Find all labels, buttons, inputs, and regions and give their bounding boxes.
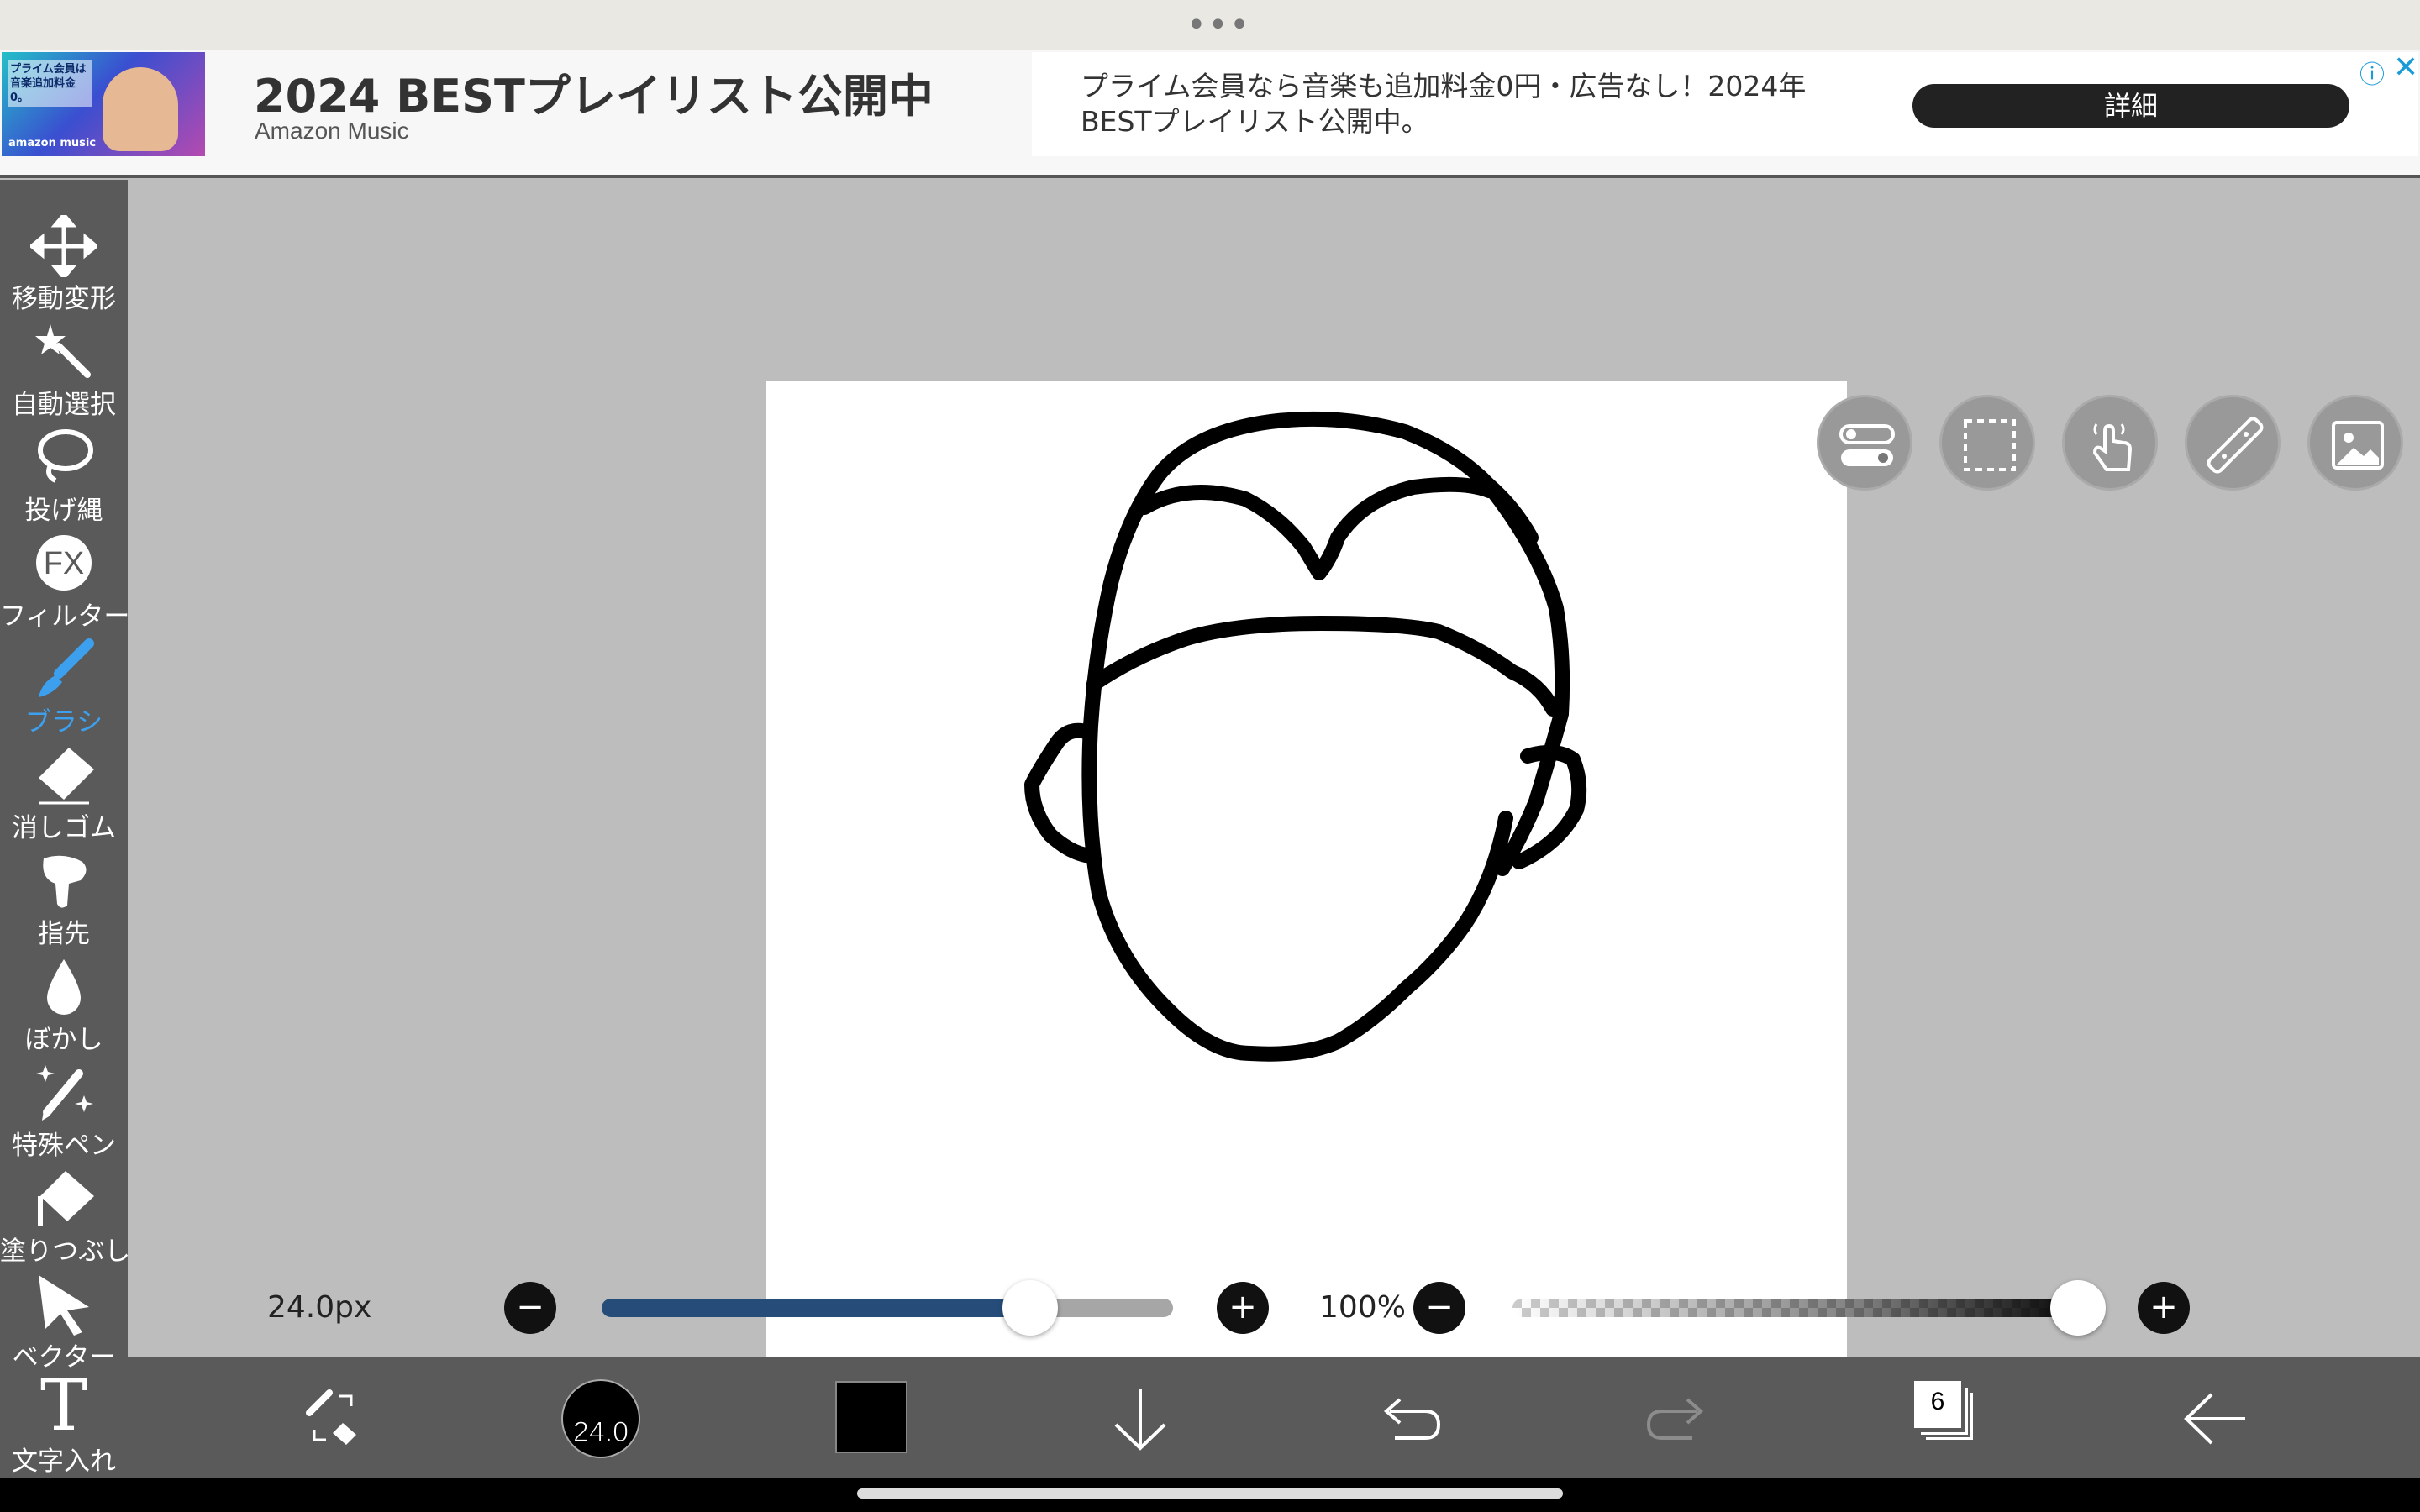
brush-size-preview-button[interactable]: 24.0 bbox=[561, 1357, 642, 1478]
eraser-icon bbox=[39, 748, 94, 805]
selection-rect-icon bbox=[1964, 419, 2016, 471]
multitask-dots-icon[interactable]: ••• bbox=[1186, 8, 1251, 42]
opacity-decrease-button[interactable]: − bbox=[1413, 1282, 1465, 1334]
tool-label: フィルター bbox=[0, 601, 130, 632]
brush-size-slider-handle[interactable] bbox=[1002, 1280, 1058, 1336]
tool-label: 消しゴム bbox=[12, 813, 116, 843]
tool-label: 投げ縄 bbox=[24, 496, 103, 526]
layer-merge-down-button[interactable] bbox=[1111, 1357, 1170, 1478]
brush-icon bbox=[39, 638, 94, 697]
arrow-down-icon bbox=[1114, 1389, 1166, 1451]
toggle-settings-button[interactable] bbox=[1817, 395, 1912, 491]
tool-vector[interactable]: ベクター bbox=[0, 1268, 128, 1374]
ad-description: プライム会員なら音楽も追加料金0円・広告なし！2024年BESTプレイリスト公開… bbox=[1081, 70, 1807, 138]
tool-special-pen[interactable]: 特殊ペン bbox=[0, 1057, 128, 1163]
undo-button[interactable] bbox=[1378, 1357, 1442, 1478]
touch-gesture-button[interactable] bbox=[2062, 395, 2158, 491]
opacity-slider[interactable] bbox=[1512, 1299, 2092, 1317]
ad-advertiser: Amazon Music bbox=[255, 118, 409, 144]
image-icon bbox=[2332, 421, 2384, 470]
layer-count-badge: 6 bbox=[1914, 1381, 1961, 1428]
tool-text[interactable]: T 文字入れ bbox=[0, 1368, 128, 1478]
tool-label: 自動選択 bbox=[12, 390, 116, 420]
undo-icon bbox=[1383, 1398, 1441, 1440]
tool-auto-select[interactable]: 自動選択 bbox=[0, 316, 128, 422]
ruler-icon bbox=[2207, 417, 2264, 474]
tool-palette: 移動変形 自動選択 投げ縄 FX フィルター ブラシ 消しゴム 指先 ぼかし 特… bbox=[0, 180, 131, 1478]
brush-size-badge: 24.0 bbox=[572, 1416, 629, 1449]
tool-blur[interactable]: ぼかし bbox=[0, 951, 128, 1057]
tool-brush[interactable]: ブラシ bbox=[0, 633, 128, 739]
home-indicator-bar bbox=[0, 1478, 2420, 1512]
tool-eraser[interactable]: 消しゴム bbox=[0, 739, 128, 845]
fx-text: FX bbox=[43, 546, 85, 581]
text-icon: T bbox=[39, 1364, 88, 1446]
status-bar: ••• bbox=[0, 0, 2420, 50]
opacity-increase-button[interactable]: + bbox=[2138, 1282, 2190, 1334]
ruler-button[interactable] bbox=[2185, 395, 2281, 491]
tool-move[interactable]: 移動変形 bbox=[0, 210, 128, 316]
opacity-value: 100% bbox=[1319, 1290, 1406, 1325]
tool-label: 指先 bbox=[38, 919, 90, 949]
fill-icon bbox=[38, 1171, 94, 1226]
tool-label: ぼかし bbox=[24, 1025, 103, 1055]
canvas-area[interactable] bbox=[128, 180, 2420, 1462]
ad-close-icon[interactable]: ✕ bbox=[2393, 50, 2418, 85]
brush-size-value: 24.0px bbox=[267, 1290, 372, 1325]
color-picker-button[interactable] bbox=[835, 1357, 908, 1478]
brush-size-slider[interactable] bbox=[602, 1299, 1173, 1317]
tool-label: 移動変形 bbox=[12, 284, 116, 314]
move-icon bbox=[30, 215, 97, 277]
selection-button[interactable] bbox=[1939, 395, 2035, 491]
tool-label: 文字入れ bbox=[12, 1446, 116, 1477]
tool-lasso[interactable]: 投げ縄 bbox=[0, 422, 128, 528]
ad-image-brand: amazon music bbox=[8, 137, 97, 150]
brush-size-increase-button[interactable]: + bbox=[1217, 1282, 1269, 1334]
brush-size-slider-fill bbox=[602, 1299, 1030, 1317]
ad-info-icon[interactable]: ⓘ bbox=[2360, 54, 2385, 91]
home-indicator[interactable] bbox=[857, 1488, 1563, 1499]
ad-detail-button[interactable]: 詳細 bbox=[1912, 84, 2349, 128]
blur-drop-icon bbox=[47, 959, 81, 1015]
brush-size-decrease-button[interactable]: − bbox=[504, 1282, 556, 1334]
tool-fill[interactable]: 塗りつぶし bbox=[0, 1163, 131, 1268]
tool-filter[interactable]: FX フィルター bbox=[0, 528, 130, 633]
special-pen-icon bbox=[36, 1065, 93, 1121]
reference-image-button[interactable] bbox=[2307, 395, 2403, 491]
current-color-swatch bbox=[835, 1381, 908, 1453]
back-button[interactable] bbox=[2181, 1357, 2249, 1478]
ad-title[interactable]: 2024 BESTプレイリスト公開中 bbox=[254, 59, 934, 125]
toggle-icon bbox=[1839, 424, 1895, 466]
tool-label: 塗りつぶし bbox=[0, 1236, 131, 1267]
hand-touch-icon bbox=[2092, 423, 2133, 471]
magic-wand-icon bbox=[35, 324, 91, 378]
tool-label: ブラシ bbox=[24, 707, 103, 738]
layers-button[interactable]: 6 bbox=[1914, 1357, 1981, 1478]
vector-cursor-icon bbox=[39, 1275, 89, 1336]
finger-icon bbox=[43, 855, 87, 908]
ad-image-text: プライム会員は音楽追加料金0。 bbox=[8, 60, 92, 107]
ad-banner[interactable]: プライム会員は音楽追加料金0。 amazon music 2024 BESTプレ… bbox=[0, 50, 2420, 178]
redo-icon bbox=[1646, 1398, 1704, 1440]
ad-description-box[interactable]: プライム会員なら音楽も追加料金0円・広告なし！2024年BESTプレイリスト公開… bbox=[1032, 50, 2418, 156]
swap-brush-eraser-button[interactable] bbox=[301, 1357, 368, 1478]
pen-eraser-swap-icon bbox=[306, 1389, 356, 1445]
lasso-icon bbox=[38, 429, 93, 483]
opacity-slider-handle[interactable] bbox=[2050, 1280, 2106, 1336]
ad-image-person bbox=[103, 67, 178, 151]
tool-finger[interactable]: 指先 bbox=[0, 845, 128, 951]
bottom-toolbar: 24.0 6 bbox=[128, 1357, 2420, 1478]
ad-image[interactable]: プライム会員は音楽追加料金0。 amazon music bbox=[2, 52, 205, 156]
tool-label: 特殊ペン bbox=[12, 1131, 116, 1161]
redo-button[interactable] bbox=[1645, 1357, 1709, 1478]
arrow-left-icon bbox=[2184, 1393, 2245, 1445]
